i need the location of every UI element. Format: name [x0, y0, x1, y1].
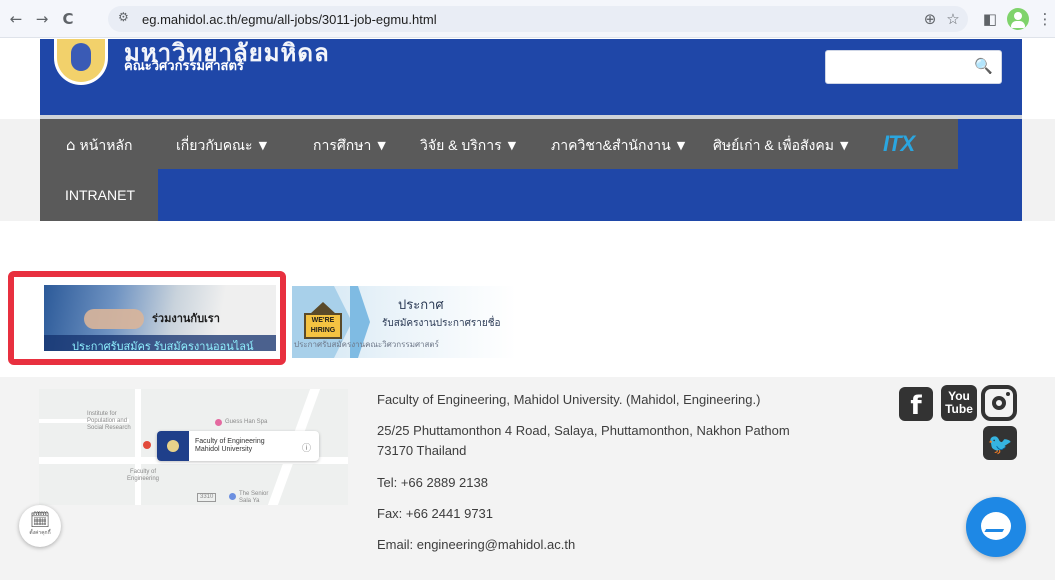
nav-research[interactable]: วิจัย & บริการ ▼	[420, 135, 516, 157]
map-label: The Senior Sala Ya	[239, 491, 269, 504]
chevron-down-icon: ▼	[676, 139, 686, 152]
page: มหาวิทยาลัยมหิดล คณะวิศวกรรมศาสตร์ 🔍 ⌂ หน…	[0, 39, 1055, 580]
map-card-subtitle: Mahidol University	[195, 446, 253, 453]
map-label: Faculty of Engineering	[126, 469, 160, 482]
facebook-icon[interactable]: f	[899, 387, 933, 421]
messenger-icon	[981, 512, 1011, 540]
nav-spacer	[958, 119, 1022, 169]
map-label: Guess Han Spa	[225, 419, 268, 425]
join-us-subtitle: ประกาศรับสมัคร รับสมัครงานออนไลน์	[72, 341, 254, 351]
home-icon: ⌂	[66, 136, 76, 154]
map-card-title: Faculty of Engineering	[195, 438, 265, 445]
nav-intranet[interactable]: INTRANET	[40, 169, 158, 221]
twitter-icon[interactable]: 🐦	[983, 426, 1017, 460]
forward-icon[interactable]: →	[32, 9, 52, 29]
cookie-settings-label: ตั้งค่าคุกกี้	[29, 530, 51, 536]
site-footer: Institute for Population and Social Rese…	[0, 377, 1055, 580]
faculty-logo-icon	[157, 431, 189, 461]
chevron-down-icon: ▼	[377, 139, 386, 152]
map-place-card[interactable]: Faculty of Engineering Mahidol Universit…	[157, 431, 319, 461]
nav-home[interactable]: ⌂ หน้าหลัก	[66, 135, 132, 157]
hiring-sign-text: WE'RE HIRING	[304, 313, 342, 339]
nav-education-label: การศึกษา	[313, 137, 372, 153]
footer-org: Faculty of Engineering, Mahidol Universi…	[377, 392, 761, 407]
star-icon[interactable]: ☆	[943, 9, 963, 29]
chevron-down-icon: ▼	[258, 139, 268, 152]
side-panel-icon[interactable]: ◧	[980, 9, 1000, 29]
footer-fax: Fax: +66 2441 9731	[377, 506, 494, 521]
left-margin	[0, 119, 40, 221]
nav-departments[interactable]: ภาควิชา&สำนักงาน ▼	[551, 135, 685, 157]
back-icon[interactable]: ←	[6, 9, 26, 29]
site-header: มหาวิทยาลัยมหิดล คณะวิศวกรรมศาสตร์ 🔍	[40, 39, 1022, 115]
youtube-icon[interactable]: You Tube	[941, 385, 977, 421]
youtube-icon-top: You	[948, 389, 970, 403]
university-logo[interactable]	[54, 39, 108, 85]
hiring-sign-icon: WE'RE HIRING	[304, 302, 342, 342]
logo-subtitle: คณะวิศวกรรมศาสตร์	[124, 58, 244, 73]
map-pin	[215, 419, 222, 426]
footer-address-line2: 73170 Thailand	[377, 443, 467, 458]
handshake-image	[84, 309, 144, 329]
notice-footer: ประกาศรับสมัครงานคณะวิศวกรรมศาสตร์	[294, 340, 439, 349]
zoom-icon[interactable]: ⊕	[920, 9, 940, 29]
nav-about-label: เกี่ยวกับคณะ	[176, 137, 253, 153]
itx-logo-link[interactable]: ITX	[883, 131, 937, 157]
info-icon[interactable]: ⓘ	[302, 441, 311, 454]
nav-education[interactable]: การศึกษา ▼	[313, 135, 386, 157]
footer-address-line1: 25/25 Phuttamonthon 4 Road, Salaya, Phut…	[377, 423, 790, 438]
nav-departments-label: ภาควิชา&สำนักงาน	[551, 137, 671, 153]
footer-tel: Tel: +66 2889 2138	[377, 475, 488, 490]
search-icon[interactable]: 🔍	[974, 57, 993, 75]
chevron-down-icon: ▼	[839, 139, 849, 152]
nav-alumni-label: ศิษย์เก่า & เพื่อสังคม	[713, 137, 834, 153]
right-margin	[1022, 119, 1055, 221]
notice-subtitle: รับสมัครงานประกาศรายชื่อ	[382, 318, 501, 329]
nav-home-label: หน้าหลัก	[79, 137, 133, 153]
nav-about[interactable]: เกี่ยวกับคณะ ▼	[176, 135, 267, 157]
address-bar[interactable]: ⚙ eg.mahidol.ac.th/egmu/all-jobs/3011-jo…	[108, 6, 968, 32]
cookie-settings-button[interactable]: 🗓 ตั้งค่าคุกกี้	[19, 505, 61, 547]
url-text[interactable]: eg.mahidol.ac.th/egmu/all-jobs/3011-job-…	[142, 12, 437, 27]
secondary-nav: INTRANET	[40, 169, 1022, 221]
map-label: Institute for Population and Social Rese…	[87, 411, 131, 431]
instagram-icon[interactable]	[981, 385, 1017, 421]
cookie-settings-icon: 🗓	[29, 510, 51, 529]
join-us-banner[interactable]: ร่วมงานกับเรา ประกาศรับสมัคร รับสมัครงาน…	[44, 285, 276, 351]
site-settings-icon[interactable]: ⚙	[118, 10, 129, 24]
reload-icon[interactable]: C	[58, 9, 78, 29]
nav-alumni[interactable]: ศิษย์เก่า & เพื่อสังคม ▼	[713, 135, 848, 157]
map-pin	[143, 441, 151, 449]
map-label: 3310	[197, 493, 217, 502]
join-us-banner-highlight[interactable]: ร่วมงานกับเรา ประกาศรับสมัคร รับสมัครงาน…	[8, 271, 286, 365]
footer-email[interactable]: Email: engineering@mahidol.ac.th	[377, 536, 575, 554]
browser-menu-icon[interactable]: ⋮	[1035, 9, 1055, 29]
map-pin	[229, 493, 236, 500]
notice-title: ประกาศ	[398, 297, 444, 312]
nav-research-label: วิจัย & บริการ	[420, 137, 502, 153]
location-map[interactable]: Institute for Population and Social Rese…	[39, 389, 348, 505]
chevron-down-icon: ▼	[507, 139, 517, 152]
profile-avatar[interactable]	[1007, 8, 1029, 30]
messenger-chat-button[interactable]	[966, 497, 1026, 557]
map-card-text: Faculty of Engineering Mahidol Universit…	[195, 438, 265, 454]
main-nav: ⌂ หน้าหลัก เกี่ยวกับคณะ ▼ การศึกษา ▼ วิจัย …	[40, 119, 958, 169]
join-us-title: ร่วมงานกับเรา	[152, 313, 220, 325]
youtube-icon-bottom: Tube	[945, 402, 973, 416]
hiring-notice-banner[interactable]: WE'RE HIRING ประกาศ รับสมัครงานประกาศราย…	[292, 286, 516, 358]
search-input[interactable]: 🔍	[825, 50, 1002, 84]
